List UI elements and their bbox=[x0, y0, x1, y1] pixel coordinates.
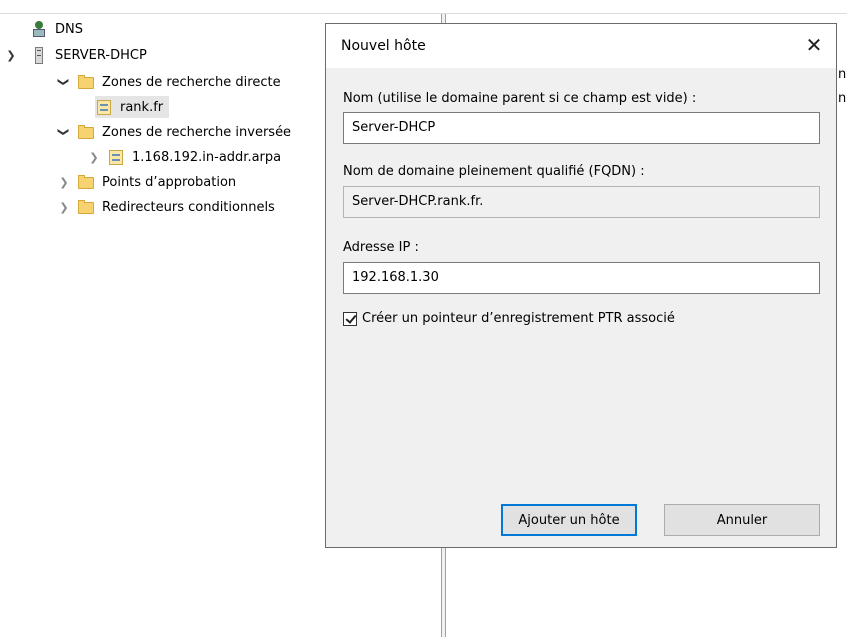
tree-item-label: Points d’approbation bbox=[102, 174, 237, 190]
ip-label: Adresse IP : bbox=[343, 240, 419, 255]
fqdn-label: Nom de domaine pleinement qualifié (FQDN… bbox=[343, 164, 645, 179]
close-icon[interactable]: ✕ bbox=[802, 33, 826, 57]
name-field[interactable]: Server-DHCP bbox=[343, 112, 820, 144]
chevron-down-icon[interactable]: ❯ bbox=[57, 125, 71, 139]
add-host-button[interactable]: Ajouter un hôte bbox=[501, 504, 637, 536]
new-host-dialog: Nouvel hôte ✕ Nom (utilise le domaine pa… bbox=[325, 23, 837, 548]
tree-item-label: Redirecteurs conditionnels bbox=[102, 199, 275, 215]
chevron-down-icon[interactable]: ❯ bbox=[57, 75, 71, 89]
tree-item-label: SERVER-DHCP bbox=[55, 47, 147, 63]
tree-item-reverse-zones[interactable]: ❯ Zones de recherche inversée bbox=[57, 121, 292, 143]
tree-item-label: rank.fr bbox=[120, 99, 164, 115]
ptr-checkbox-row[interactable]: Créer un pointeur d’enregistrement PTR a… bbox=[343, 311, 675, 326]
top-divider bbox=[0, 13, 847, 14]
folder-icon bbox=[77, 123, 95, 141]
name-label: Nom (utilise le domaine parent si ce cha… bbox=[343, 91, 697, 106]
tree-item-conditional-forwarders[interactable]: ❯ Redirecteurs conditionnels bbox=[57, 196, 275, 218]
tree-item-label: 1.168.192.in-addr.arpa bbox=[132, 149, 282, 165]
tree-item-label: Zones de recherche inversée bbox=[102, 124, 292, 140]
folder-icon bbox=[77, 73, 95, 91]
zone-icon bbox=[95, 98, 113, 116]
ptr-checkbox[interactable] bbox=[343, 311, 357, 326]
server-icon bbox=[30, 46, 48, 64]
right-pane-fragment: n bbox=[838, 91, 847, 106]
tree-item-dns[interactable]: DNS bbox=[30, 18, 83, 40]
chevron-right-icon[interactable]: ❯ bbox=[57, 175, 71, 189]
cancel-button[interactable]: Annuler bbox=[664, 504, 820, 536]
tree-item-trust-points[interactable]: ❯ Points d’approbation bbox=[57, 171, 236, 193]
folder-icon bbox=[77, 173, 95, 191]
chevron-right-icon[interactable]: ❯ bbox=[57, 200, 71, 214]
tree-item-label: Zones de recherche directe bbox=[102, 74, 281, 90]
right-pane-text: n n bbox=[838, 63, 846, 111]
tree-item-reverse-zone[interactable]: ❯ 1.168.192.in-addr.arpa bbox=[87, 146, 281, 168]
ip-address-field[interactable]: 192.168.1.30 bbox=[343, 262, 820, 294]
dialog-title: Nouvel hôte bbox=[341, 38, 426, 54]
tree-item-rank-fr[interactable]: rank.fr bbox=[95, 96, 170, 118]
fqdn-field: Server-DHCP.rank.fr. bbox=[343, 186, 820, 218]
dialog-titlebar[interactable]: Nouvel hôte ✕ bbox=[326, 24, 836, 68]
chevron-down-icon[interactable]: ❯ bbox=[4, 48, 18, 62]
dns-icon bbox=[30, 20, 48, 38]
zone-icon bbox=[107, 148, 125, 166]
ptr-checkbox-label: Créer un pointeur d’enregistrement PTR a… bbox=[362, 311, 675, 326]
tree-item-label: DNS bbox=[55, 21, 83, 37]
tree-item-server[interactable]: ❯ SERVER-DHCP bbox=[6, 44, 147, 66]
folder-icon bbox=[77, 198, 95, 216]
chevron-right-icon[interactable]: ❯ bbox=[87, 150, 101, 164]
right-pane-fragment: n bbox=[838, 67, 847, 82]
tree-item-forward-zones[interactable]: ❯ Zones de recherche directe bbox=[57, 71, 281, 93]
